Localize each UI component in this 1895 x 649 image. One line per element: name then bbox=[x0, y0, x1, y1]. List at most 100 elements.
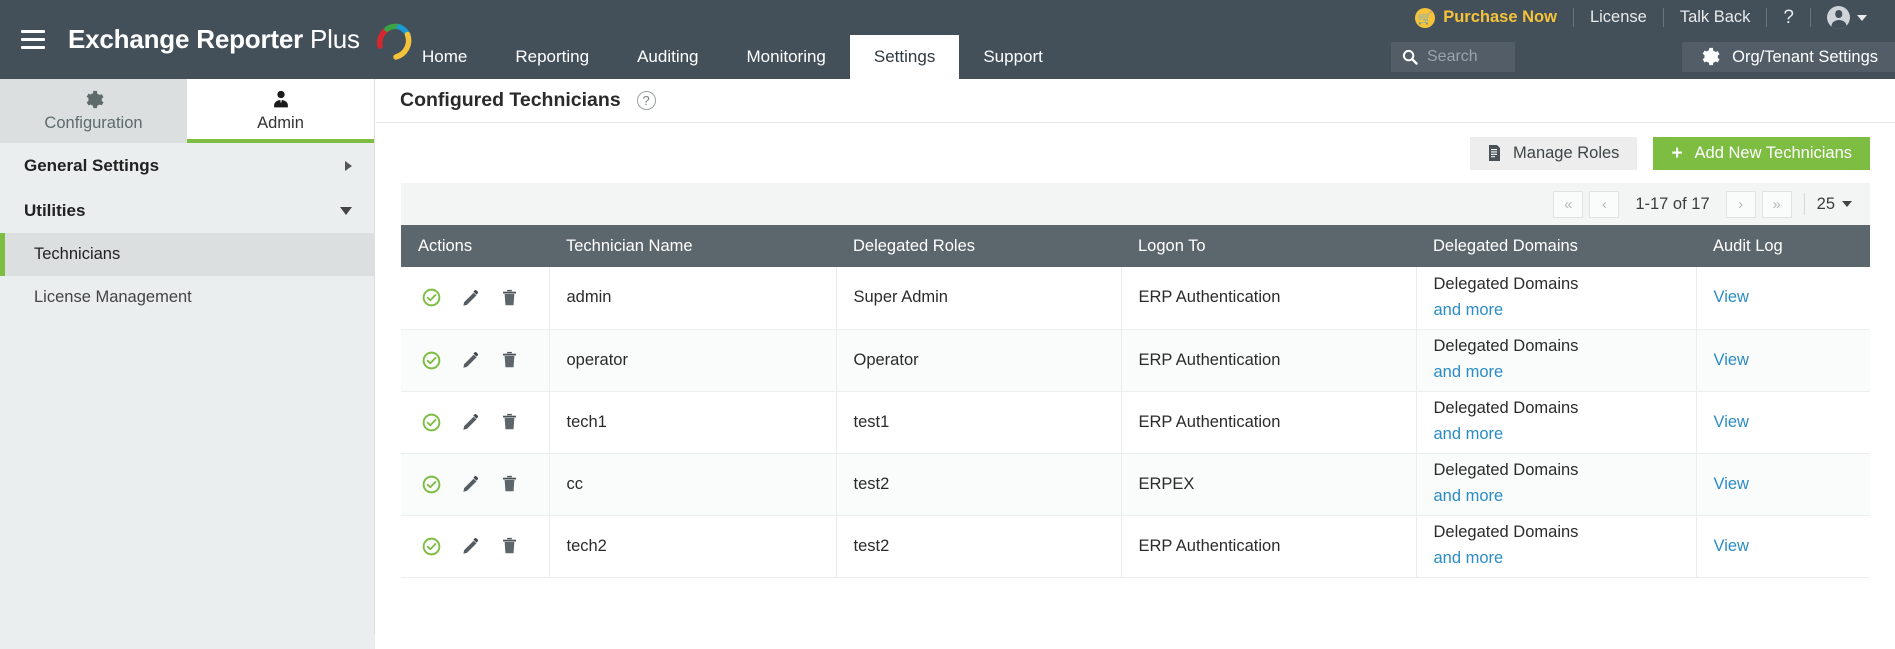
table-row[interactable]: admin Super Admin ERP Authentication Del… bbox=[401, 267, 1870, 329]
sidebar-tab-configuration-label: Configuration bbox=[44, 114, 142, 133]
table-row[interactable]: operator Operator ERP Authentication Del… bbox=[401, 329, 1870, 391]
delegated-domains-label: Delegated Domains bbox=[1434, 458, 1696, 484]
manage-roles-button[interactable]: Manage Roles bbox=[1470, 137, 1637, 170]
and-more-link[interactable]: and more bbox=[1434, 487, 1504, 505]
cell-audit-log: View bbox=[1696, 453, 1870, 515]
view-audit-log-link[interactable]: View bbox=[1714, 413, 1749, 431]
chevron-down-icon bbox=[1842, 201, 1852, 207]
cell-logon-to: ERP Authentication bbox=[1121, 329, 1416, 391]
row-actions-cell bbox=[401, 267, 549, 329]
chevron-down-icon bbox=[1857, 15, 1867, 21]
talk-back-link[interactable]: Talk Back bbox=[1664, 0, 1767, 35]
table-row[interactable]: tech2 test2 ERP Authentication Delegated… bbox=[401, 515, 1870, 577]
column-header-audit-log: Audit Log bbox=[1696, 225, 1870, 267]
delegated-domains-content: Delegated Domains and more bbox=[1434, 272, 1696, 323]
pagination-prev-button[interactable]: ‹ bbox=[1589, 191, 1619, 218]
check-circle-icon[interactable] bbox=[422, 475, 441, 494]
view-audit-log-link[interactable]: View bbox=[1714, 475, 1749, 493]
row-actions-cell bbox=[401, 329, 549, 391]
delegated-domains-label: Delegated Domains bbox=[1434, 334, 1696, 360]
gear-icon bbox=[83, 89, 105, 111]
row-action-group bbox=[418, 351, 549, 370]
license-link[interactable]: License bbox=[1574, 0, 1663, 35]
chevron-down-icon bbox=[340, 207, 352, 215]
main-content: Configured Technicians ? Manage Roles + … bbox=[376, 79, 1895, 649]
view-audit-log-link[interactable]: View bbox=[1714, 537, 1749, 555]
divider bbox=[1804, 193, 1805, 215]
pencil-edit-icon[interactable] bbox=[462, 537, 480, 555]
view-audit-log-link[interactable]: View bbox=[1714, 351, 1749, 369]
pencil-edit-icon[interactable] bbox=[462, 351, 480, 369]
help-icon[interactable]: ? bbox=[1767, 0, 1810, 35]
sidebar-group-utilities-label: Utilities bbox=[24, 201, 85, 221]
and-more-link[interactable]: and more bbox=[1434, 301, 1504, 319]
technicians-table: Actions Technician Name Delegated Roles … bbox=[401, 225, 1870, 578]
nav-tab-settings[interactable]: Settings bbox=[850, 35, 959, 79]
column-header-actions: Actions bbox=[401, 225, 549, 267]
pagination-first-button[interactable]: « bbox=[1553, 191, 1583, 218]
trash-delete-icon[interactable] bbox=[501, 413, 518, 431]
add-new-technicians-button[interactable]: + Add New Technicians bbox=[1653, 137, 1870, 170]
check-circle-icon[interactable] bbox=[422, 537, 441, 556]
nav-tab-support[interactable]: Support bbox=[959, 35, 1067, 79]
pencil-edit-icon[interactable] bbox=[462, 289, 480, 307]
cart-icon: 🛒 bbox=[1415, 8, 1435, 28]
search-input[interactable]: Search bbox=[1391, 42, 1515, 72]
cell-delegated-roles: test2 bbox=[836, 515, 1121, 577]
pagination-last-button[interactable]: » bbox=[1762, 191, 1792, 218]
check-circle-icon[interactable] bbox=[422, 351, 441, 370]
sidebar-tab-admin-label: Admin bbox=[257, 114, 304, 133]
view-audit-log-link[interactable]: View bbox=[1714, 288, 1749, 306]
check-circle-icon[interactable] bbox=[422, 413, 441, 432]
pencil-edit-icon[interactable] bbox=[462, 475, 480, 493]
person-icon bbox=[270, 89, 292, 111]
nav-tab-home[interactable]: Home bbox=[398, 35, 491, 79]
and-more-link[interactable]: and more bbox=[1434, 363, 1504, 381]
question-circle-icon[interactable]: ? bbox=[637, 91, 656, 110]
add-new-technicians-label: Add New Technicians bbox=[1695, 144, 1852, 163]
account-menu-button[interactable] bbox=[1811, 6, 1881, 29]
hamburger-icon[interactable] bbox=[18, 27, 48, 52]
trash-delete-icon[interactable] bbox=[501, 289, 518, 307]
and-more-link[interactable]: and more bbox=[1434, 425, 1504, 443]
table-header-row: Actions Technician Name Delegated Roles … bbox=[401, 225, 1870, 267]
cell-delegated-domains: Delegated Domains and more bbox=[1416, 267, 1696, 329]
sidebar-item-license-management-label: License Management bbox=[34, 288, 192, 307]
page-size-select[interactable]: 25 bbox=[1817, 195, 1860, 214]
row-actions-cell bbox=[401, 391, 549, 453]
column-header-logon-to: Logon To bbox=[1121, 225, 1416, 267]
sidebar-tab-admin[interactable]: Admin bbox=[187, 79, 374, 143]
user-avatar-icon bbox=[1827, 6, 1850, 29]
nav-tab-reporting[interactable]: Reporting bbox=[491, 35, 613, 79]
sidebar-bottom-filler bbox=[0, 635, 375, 649]
row-action-group bbox=[418, 288, 549, 307]
page-action-bar: Manage Roles + Add New Technicians bbox=[376, 123, 1895, 183]
pagination-next-button[interactable]: › bbox=[1726, 191, 1756, 218]
trash-delete-icon[interactable] bbox=[501, 537, 518, 555]
purchase-now-link[interactable]: 🛒 Purchase Now bbox=[1399, 0, 1573, 35]
nav-tab-monitoring[interactable]: Monitoring bbox=[723, 35, 850, 79]
cell-logon-to: ERP Authentication bbox=[1121, 391, 1416, 453]
pencil-edit-icon[interactable] bbox=[462, 413, 480, 431]
sidebar-item-license-management[interactable]: License Management bbox=[0, 276, 374, 319]
trash-delete-icon[interactable] bbox=[501, 475, 518, 493]
pagination-info: 1-17 of 17 bbox=[1622, 195, 1722, 214]
main-navigation-bar: Exchange Reporter Plus Home Reporting Au… bbox=[0, 35, 1895, 79]
sidebar-group-utilities[interactable]: Utilities bbox=[0, 188, 374, 233]
trash-delete-icon[interactable] bbox=[501, 351, 518, 369]
and-more-link[interactable]: and more bbox=[1434, 549, 1504, 567]
table-row[interactable]: cc test2 ERPEX Delegated Domains and mor… bbox=[401, 453, 1870, 515]
sidebar-item-technicians[interactable]: Technicians bbox=[0, 233, 374, 276]
sidebar-group-general-settings[interactable]: General Settings bbox=[0, 143, 374, 188]
row-actions-cell bbox=[401, 453, 549, 515]
sidebar-tab-configuration[interactable]: Configuration bbox=[0, 79, 187, 143]
cell-technician-name: admin bbox=[549, 267, 836, 329]
nav-tab-auditing[interactable]: Auditing bbox=[613, 35, 722, 79]
table-body: admin Super Admin ERP Authentication Del… bbox=[401, 267, 1870, 577]
table-row[interactable]: tech1 test1 ERP Authentication Delegated… bbox=[401, 391, 1870, 453]
cell-technician-name: tech2 bbox=[549, 515, 836, 577]
cell-logon-to: ERP Authentication bbox=[1121, 515, 1416, 577]
check-circle-icon[interactable] bbox=[422, 288, 441, 307]
pagination-bar: « ‹ 1-17 of 17 › » 25 bbox=[401, 183, 1870, 225]
org-tenant-settings-button[interactable]: Org/Tenant Settings bbox=[1682, 42, 1895, 72]
